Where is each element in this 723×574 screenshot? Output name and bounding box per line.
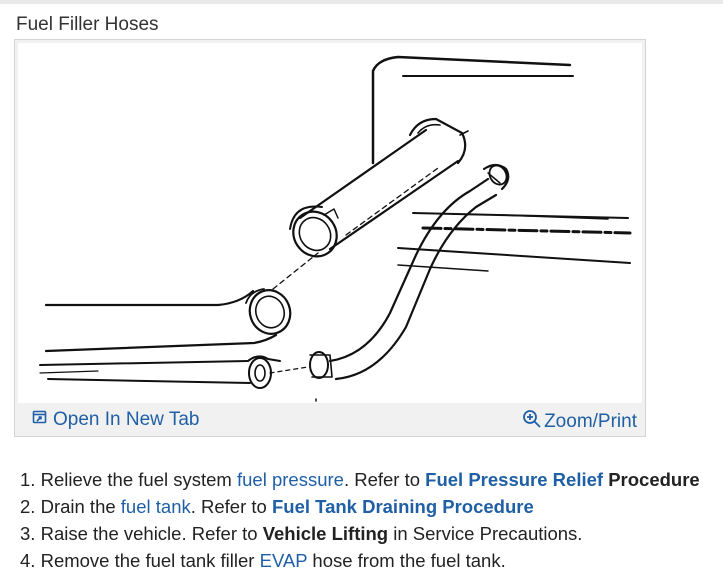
step-text: . Refer to (343, 469, 426, 490)
open-new-tab-icon (32, 409, 47, 431)
fuel-filler-hoses-illustration[interactable] (18, 43, 642, 403)
step-2: 2. Drain the fuel tank. Refer to Fuel Ta… (20, 493, 700, 520)
procedure-steps: 1. Relieve the fuel system fuel pressure… (20, 466, 700, 574)
step-number: 2. (20, 496, 36, 517)
step-text: Raise the vehicle. Refer to (40, 523, 263, 544)
step-text: in Service Precautions. (388, 523, 583, 544)
fuel-tank-link[interactable]: fuel tank (121, 496, 191, 517)
open-new-tab-label: Open In New Tab (53, 409, 200, 430)
step-text: Drain the (40, 496, 121, 517)
step-1: 1. Relieve the fuel system fuel pressure… (20, 466, 700, 493)
step-text: Relieve the fuel system (40, 469, 237, 490)
figure-title: Fuel Filler Hoses (16, 14, 159, 35)
step-4: 4. Remove the fuel tank filler EVAP hose… (20, 547, 700, 574)
vehicle-lifting-ref: Vehicle Lifting (262, 523, 389, 544)
step-number: 3. (20, 523, 36, 544)
zoom-print-label: Zoom/Print (544, 411, 637, 432)
step-text: Remove the fuel tank filler (40, 550, 260, 571)
zoom-print-link[interactable]: Zoom/Print (522, 409, 637, 435)
step-number: 1. (20, 469, 36, 490)
fuel-pressure-link[interactable]: fuel pressure (237, 469, 344, 490)
top-divider (0, 0, 723, 4)
step-number: 4. (20, 550, 36, 571)
fuel-pressure-relief-link[interactable]: Fuel Pressure Relief (425, 469, 603, 490)
figure-toolbar: Open In New Tab Zoom/Print (15, 403, 645, 436)
fuel-tank-draining-procedure-link[interactable]: Fuel Tank Draining Procedure (272, 496, 534, 517)
step-text: hose from the fuel tank. (307, 550, 506, 571)
procedure-suffix: Procedure (603, 469, 700, 490)
open-new-tab-link[interactable]: Open In New Tab (32, 409, 199, 431)
magnifier-icon (522, 409, 542, 435)
step-text: . Refer to (190, 496, 272, 517)
step-3: 3. Raise the vehicle. Refer to Vehicle L… (20, 520, 700, 547)
figure-panel: Open In New Tab Zoom/Print (14, 39, 646, 437)
evap-link[interactable]: EVAP (260, 550, 308, 571)
